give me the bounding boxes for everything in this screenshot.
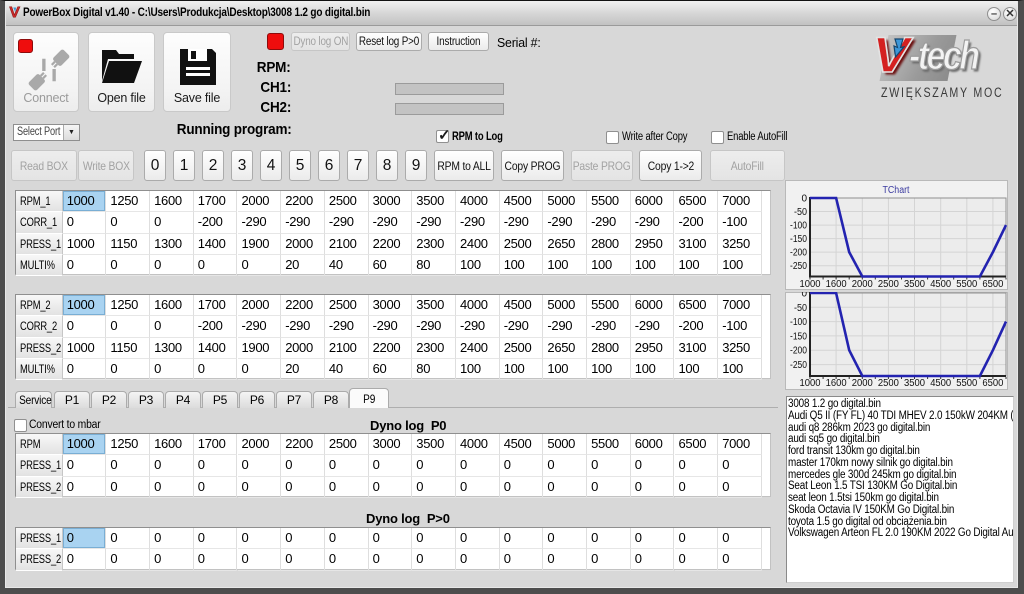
svg-text:-250: -250 [790,261,807,272]
svg-text:2500: 2500 [878,279,899,290]
svg-text:0: 0 [801,194,807,205]
svg-text:-50: -50 [794,207,807,218]
svg-text:4500: 4500 [930,279,951,290]
svg-text:0: 0 [801,292,807,300]
svg-text:1600: 1600 [826,378,847,389]
svg-text:-50: -50 [794,303,807,314]
svg-text:2000: 2000 [852,378,873,389]
svg-text:6500: 6500 [982,279,1003,290]
svg-text:-100: -100 [790,221,807,232]
svg-text:-150: -150 [790,234,807,245]
svg-text:4500: 4500 [930,378,951,389]
svg-text:1000: 1000 [800,378,821,389]
svg-text:6500: 6500 [982,378,1003,389]
svg-text:1600: 1600 [826,279,847,290]
svg-text:1000: 1000 [800,279,821,290]
svg-text:2500: 2500 [878,378,899,389]
svg-text:-250: -250 [790,360,807,371]
svg-text:5500: 5500 [956,378,977,389]
svg-text:5500: 5500 [956,279,977,290]
svg-text:-200: -200 [790,248,807,259]
svg-text:2000: 2000 [852,279,873,290]
svg-text:-100: -100 [790,317,807,328]
svg-text:3500: 3500 [904,378,925,389]
svg-text:TChart: TChart [883,185,910,196]
svg-text:3500: 3500 [904,279,925,290]
svg-text:-200: -200 [790,346,807,357]
svg-text:-150: -150 [790,331,807,342]
